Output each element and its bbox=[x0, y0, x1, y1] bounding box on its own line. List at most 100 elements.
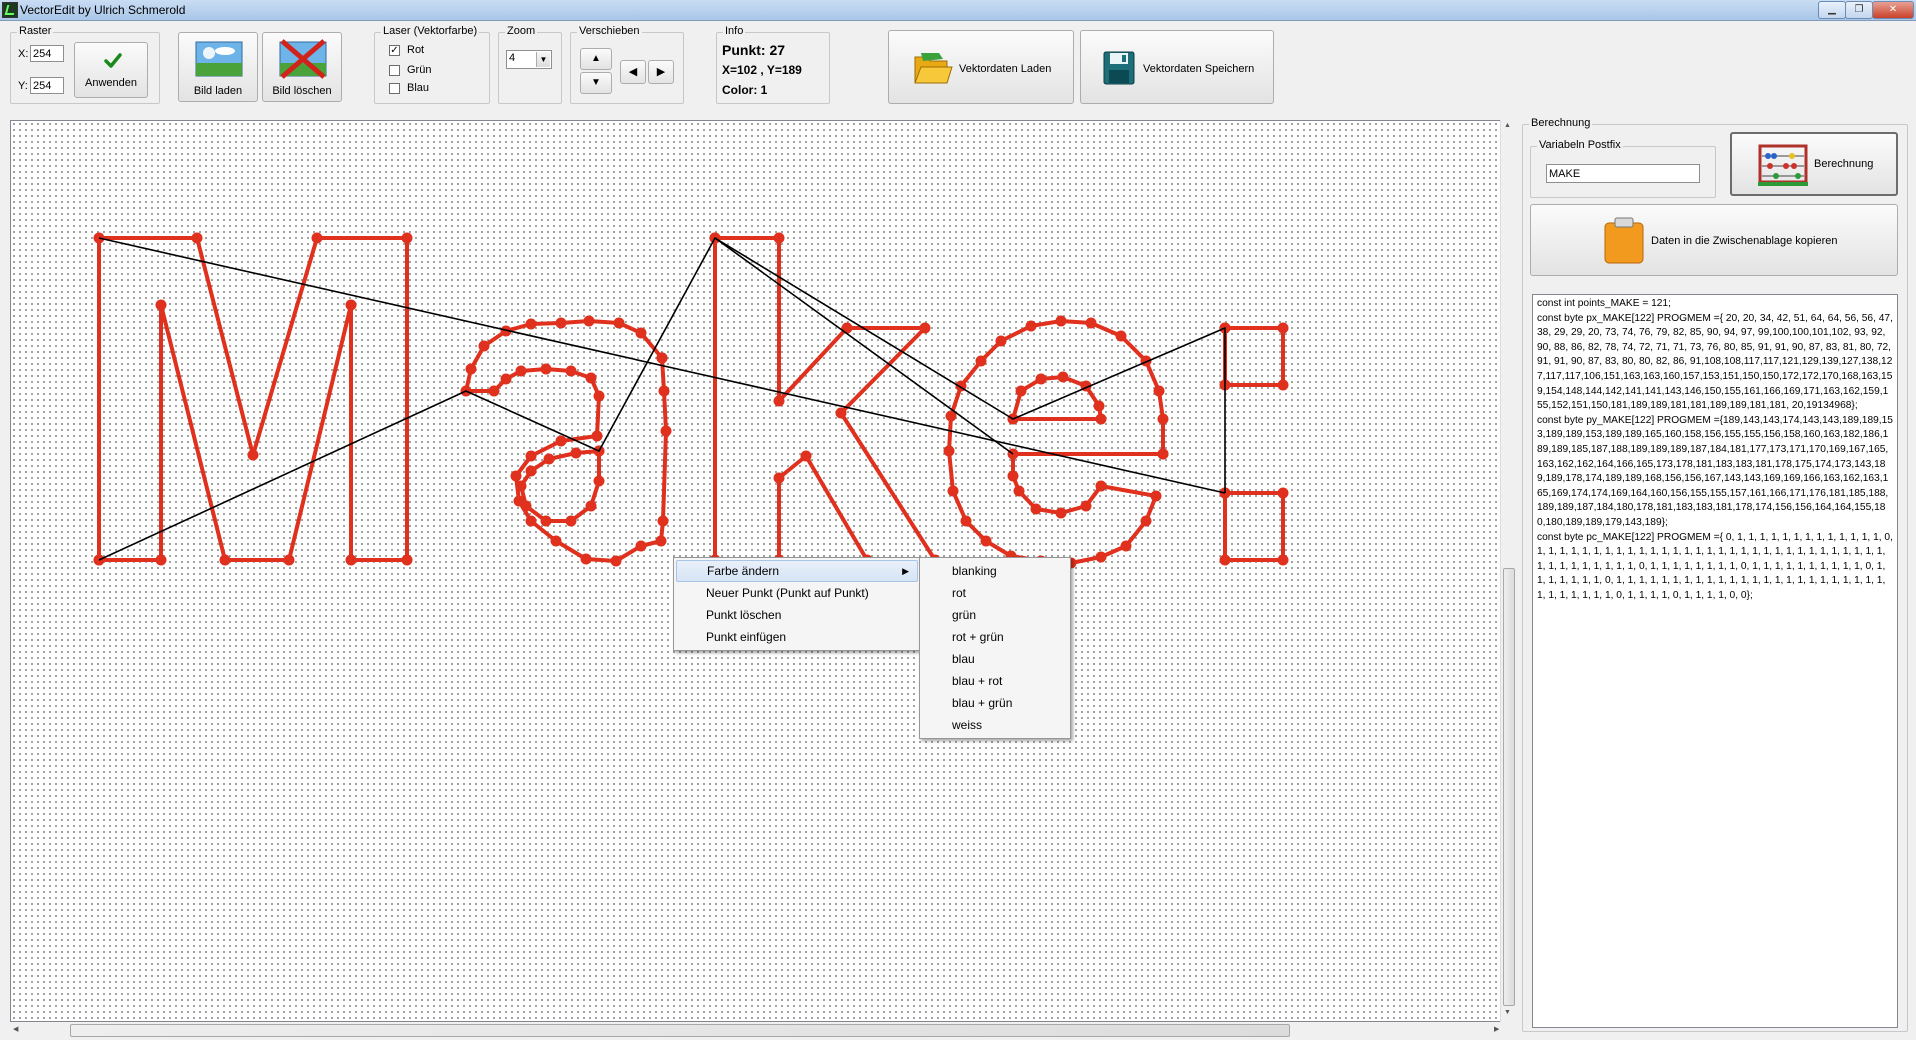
vector-point[interactable] bbox=[1219, 554, 1231, 566]
move-right-button[interactable]: ▶ bbox=[648, 60, 674, 84]
vector-point[interactable] bbox=[478, 340, 490, 352]
vector-point[interactable] bbox=[835, 407, 847, 419]
menu-item-delete-point[interactable]: Punkt löschen bbox=[676, 604, 918, 626]
submenu-item-rot-gruen[interactable]: rot + grün bbox=[922, 626, 1068, 648]
vertical-scrollbar[interactable]: ▲ ▼ bbox=[1500, 120, 1517, 1022]
vector-point[interactable] bbox=[570, 447, 582, 459]
vector-point[interactable] bbox=[580, 553, 592, 565]
vector-point[interactable] bbox=[1025, 320, 1037, 332]
vector-point[interactable] bbox=[1115, 330, 1127, 342]
vector-point[interactable] bbox=[1140, 515, 1152, 527]
menu-item-insert-point[interactable]: Punkt einfügen bbox=[676, 626, 918, 648]
code-output[interactable]: const int points_MAKE = 121; const byte … bbox=[1532, 294, 1898, 1028]
vector-point[interactable] bbox=[656, 352, 668, 364]
vector-point[interactable] bbox=[555, 435, 567, 447]
vector-point[interactable] bbox=[525, 318, 537, 330]
vector-point[interactable] bbox=[515, 365, 527, 377]
move-down-button[interactable]: ▼ bbox=[580, 72, 612, 94]
vector-point[interactable] bbox=[635, 540, 647, 552]
vertical-scroll-thumb[interactable] bbox=[1503, 568, 1515, 1006]
vector-point[interactable] bbox=[543, 453, 555, 465]
vector-point[interactable] bbox=[1035, 373, 1047, 385]
vector-point[interactable] bbox=[585, 372, 597, 384]
close-button[interactable]: ✕ bbox=[1872, 1, 1914, 19]
vector-point[interactable] bbox=[488, 385, 500, 397]
vector-point[interactable] bbox=[1153, 385, 1165, 397]
vector-point[interactable] bbox=[1150, 490, 1162, 502]
vector-point[interactable] bbox=[919, 322, 931, 334]
vector-point[interactable] bbox=[401, 554, 413, 566]
scroll-down-arrow[interactable]: ▼ bbox=[1504, 1009, 1511, 1016]
vector-point[interactable] bbox=[1055, 315, 1067, 327]
vector-point[interactable] bbox=[1057, 371, 1069, 383]
vector-point[interactable] bbox=[1095, 413, 1107, 425]
vector-point[interactable] bbox=[510, 470, 522, 482]
vector-point[interactable] bbox=[943, 445, 955, 457]
vector-point[interactable] bbox=[1120, 540, 1132, 552]
move-up-button[interactable]: ▲ bbox=[580, 48, 612, 70]
vector-point[interactable] bbox=[975, 355, 987, 367]
scroll-up-arrow[interactable]: ▲ bbox=[1504, 122, 1511, 129]
vector-point[interactable] bbox=[555, 317, 567, 329]
save-vector-button[interactable]: Vektordaten Speichern bbox=[1080, 30, 1274, 104]
vector-point[interactable] bbox=[593, 475, 605, 487]
apply-button[interactable]: Anwenden bbox=[74, 42, 148, 98]
vector-point[interactable] bbox=[540, 515, 552, 527]
vector-point[interactable] bbox=[219, 554, 231, 566]
maximize-button[interactable]: ❐ bbox=[1845, 1, 1873, 19]
vector-point[interactable] bbox=[1080, 500, 1092, 512]
vector-point[interactable] bbox=[1085, 317, 1097, 329]
vector-point[interactable] bbox=[635, 327, 647, 339]
calc-button[interactable]: Berechnung bbox=[1730, 132, 1898, 196]
vector-point[interactable] bbox=[525, 515, 537, 527]
vector-point[interactable] bbox=[613, 317, 625, 329]
vector-point[interactable] bbox=[345, 554, 357, 566]
vector-point[interactable] bbox=[1015, 385, 1027, 397]
vector-point[interactable] bbox=[1030, 503, 1042, 515]
vector-point[interactable] bbox=[773, 472, 785, 484]
vector-point[interactable] bbox=[465, 363, 477, 375]
horizontal-scroll-thumb[interactable] bbox=[70, 1024, 1290, 1037]
laser-blau-checkbox[interactable] bbox=[389, 83, 400, 94]
load-vector-button[interactable]: Vektordaten Laden bbox=[888, 30, 1074, 104]
vector-point[interactable] bbox=[660, 425, 672, 437]
submenu-item-rot[interactable]: rot bbox=[922, 582, 1068, 604]
minimize-button[interactable]: ▁ bbox=[1818, 1, 1846, 19]
vector-point[interactable] bbox=[1157, 413, 1169, 425]
vector-point[interactable] bbox=[191, 232, 203, 244]
vector-point[interactable] bbox=[1095, 480, 1107, 492]
raster-y-input[interactable] bbox=[30, 77, 64, 94]
vector-point[interactable] bbox=[1277, 379, 1289, 391]
horizontal-scrollbar[interactable]: ◀ ▶ bbox=[10, 1022, 1507, 1039]
vector-point[interactable] bbox=[773, 232, 785, 244]
vector-point[interactable] bbox=[515, 480, 527, 492]
vector-point[interactable] bbox=[800, 450, 812, 462]
vector-point[interactable] bbox=[1055, 507, 1067, 519]
vector-point[interactable] bbox=[1013, 485, 1025, 497]
vector-point[interactable] bbox=[565, 365, 577, 377]
vector-point[interactable] bbox=[500, 373, 512, 385]
submenu-item-blau[interactable]: blau bbox=[922, 648, 1068, 670]
vector-point[interactable] bbox=[401, 232, 413, 244]
vector-point[interactable] bbox=[1095, 551, 1107, 563]
vector-point[interactable] bbox=[155, 299, 167, 311]
menu-item-new-point[interactable]: Neuer Punkt (Punkt auf Punkt) bbox=[676, 582, 918, 604]
vector-point[interactable] bbox=[947, 485, 959, 497]
raster-x-input[interactable] bbox=[30, 45, 64, 62]
vector-point[interactable] bbox=[960, 515, 972, 527]
submenu-item-blanking[interactable]: blanking bbox=[922, 560, 1068, 582]
vector-point[interactable] bbox=[1277, 322, 1289, 334]
vector-point[interactable] bbox=[1277, 487, 1289, 499]
submenu-item-blau-gruen[interactable]: blau + grün bbox=[922, 692, 1068, 714]
vector-point[interactable] bbox=[565, 515, 577, 527]
vector-point[interactable] bbox=[311, 232, 323, 244]
vector-point[interactable] bbox=[995, 335, 1007, 347]
vector-point[interactable] bbox=[658, 385, 670, 397]
submenu-item-weiss[interactable]: weiss bbox=[922, 714, 1068, 736]
delete-image-button[interactable]: Bild löschen bbox=[262, 32, 342, 102]
vector-point[interactable] bbox=[773, 395, 785, 407]
vector-point[interactable] bbox=[525, 465, 537, 477]
scroll-right-arrow[interactable]: ▶ bbox=[1494, 1025, 1499, 1033]
submenu-item-gruen[interactable]: grün bbox=[922, 604, 1068, 626]
vector-point[interactable] bbox=[583, 315, 595, 327]
